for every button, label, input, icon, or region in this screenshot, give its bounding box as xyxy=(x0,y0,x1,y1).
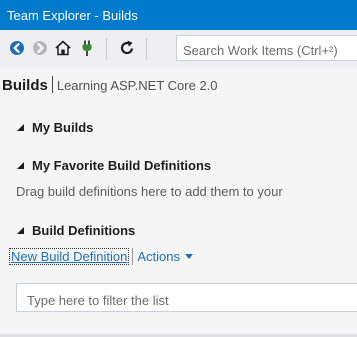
actions-label: Actions xyxy=(137,249,180,264)
refresh-icon[interactable] xyxy=(118,39,136,57)
build-definition-links: New Build Definition Actions xyxy=(8,248,193,265)
window-title-bar: Team Explorer - Builds xyxy=(0,0,357,30)
page-title: Builds xyxy=(2,77,48,94)
home-icon[interactable] xyxy=(54,39,72,57)
search-work-items-input[interactable] xyxy=(176,35,357,61)
favorites-hint: Drag build definitions here to add them … xyxy=(16,184,283,199)
section-label: Build Definitions xyxy=(32,223,136,238)
new-build-definition-link[interactable]: New Build Definition xyxy=(8,248,130,265)
section-build-definitions[interactable]: Build Definitions xyxy=(0,223,135,238)
filter-list-input[interactable] xyxy=(16,283,357,312)
header-separator xyxy=(51,76,53,93)
section-label: My Favorite Build Definitions xyxy=(32,158,212,173)
window-title: Team Explorer - Builds xyxy=(7,8,138,23)
actions-dropdown[interactable]: Actions xyxy=(137,249,193,264)
expand-triangle-icon[interactable] xyxy=(17,162,24,169)
section-label: My Builds xyxy=(32,120,94,135)
page-header: Builds Learning ASP.NET Core 2.0 xyxy=(0,76,218,95)
expand-triangle-icon[interactable] xyxy=(17,227,24,234)
back-icon[interactable] xyxy=(8,39,26,57)
connect-icon[interactable] xyxy=(78,39,96,57)
toolbar-separator xyxy=(146,38,147,60)
section-my-builds[interactable]: My Builds xyxy=(0,120,93,135)
project-name: Learning ASP.NET Core 2.0 xyxy=(56,78,218,93)
forward-icon[interactable] xyxy=(31,39,49,57)
toolbar xyxy=(0,30,357,67)
expand-triangle-icon[interactable] xyxy=(17,124,24,131)
section-my-favorite-build-definitions[interactable]: My Favorite Build Definitions xyxy=(0,158,211,173)
search-icon xyxy=(151,39,169,57)
link-separator xyxy=(132,248,134,265)
toolbar-separator xyxy=(106,38,107,60)
chevron-down-icon xyxy=(184,254,193,259)
